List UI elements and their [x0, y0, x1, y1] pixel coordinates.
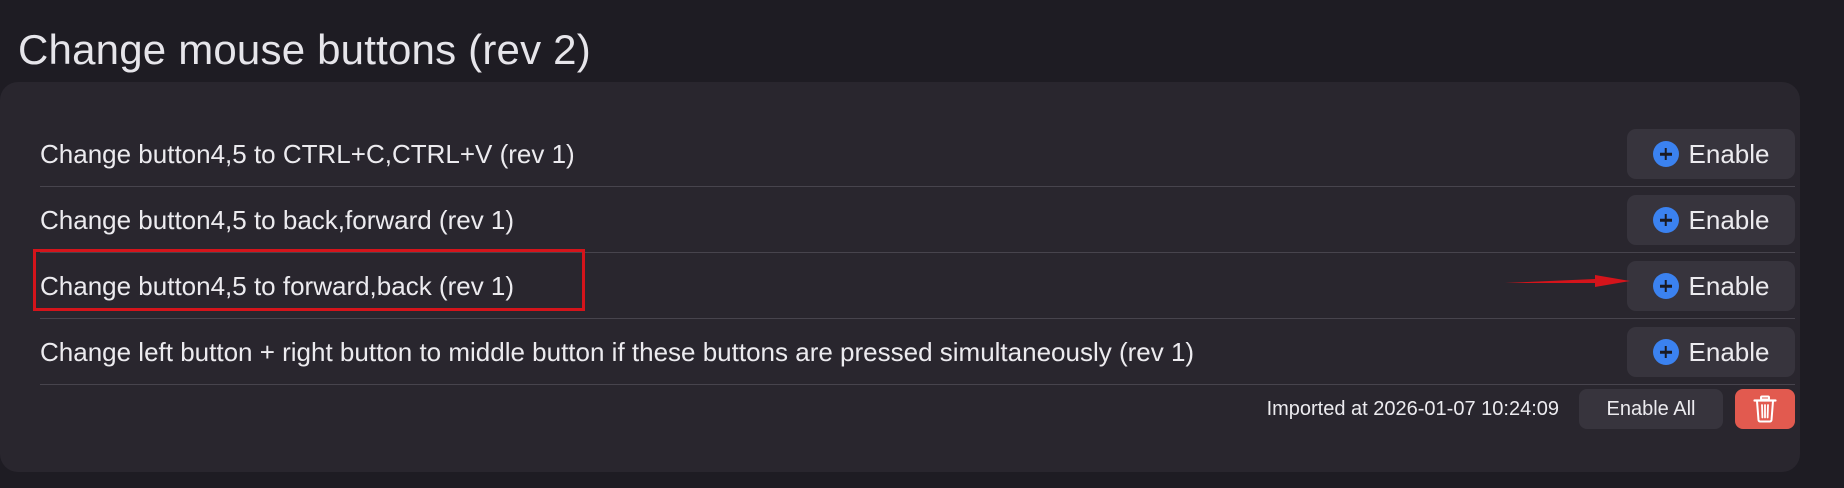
plus-circle-icon [1652, 339, 1679, 365]
enable-all-button[interactable]: Enable All [1579, 389, 1723, 429]
page-title: Change mouse buttons (rev 2) [18, 26, 591, 73]
enable-button-label: Enable [1688, 336, 1770, 367]
rule-row: Change button4,5 to back,forward (rev 1)… [40, 188, 1795, 253]
enable-button[interactable]: Enable [1627, 129, 1795, 179]
enable-button-label: Enable [1688, 270, 1770, 301]
plus-circle-icon [1652, 141, 1679, 167]
plus-circle-icon [1652, 207, 1679, 233]
page: Change mouse buttons (rev 2) Change butt… [0, 0, 1844, 488]
highlight-box-annotation [33, 249, 585, 311]
enable-button-label: Enable [1688, 138, 1770, 169]
imported-timestamp: Imported at 2026-01-07 10:24:09 [1266, 398, 1559, 420]
rule-row: Change left button + right button to mid… [40, 320, 1795, 385]
enable-button[interactable]: Enable [1627, 327, 1795, 377]
trash-icon [1753, 395, 1777, 423]
rule-label: Change button4,5 to CTRL+C,CTRL+V (rev 1… [40, 139, 575, 169]
red-arrow-icon [1505, 275, 1630, 287]
enable-button[interactable]: Enable [1627, 261, 1795, 311]
footer-row: Imported at 2026-01-07 10:24:09 Enable A… [40, 384, 1795, 434]
delete-button[interactable] [1735, 389, 1795, 429]
rule-label: Change left button + right button to mid… [40, 337, 1195, 367]
plus-circle-icon [1652, 273, 1679, 299]
rule-label: Change button4,5 to back,forward (rev 1) [40, 205, 515, 235]
enable-button[interactable]: Enable [1627, 195, 1795, 245]
enable-button-label: Enable [1688, 204, 1770, 235]
rule-row: Change button4,5 to CTRL+C,CTRL+V (rev 1… [40, 122, 1795, 187]
